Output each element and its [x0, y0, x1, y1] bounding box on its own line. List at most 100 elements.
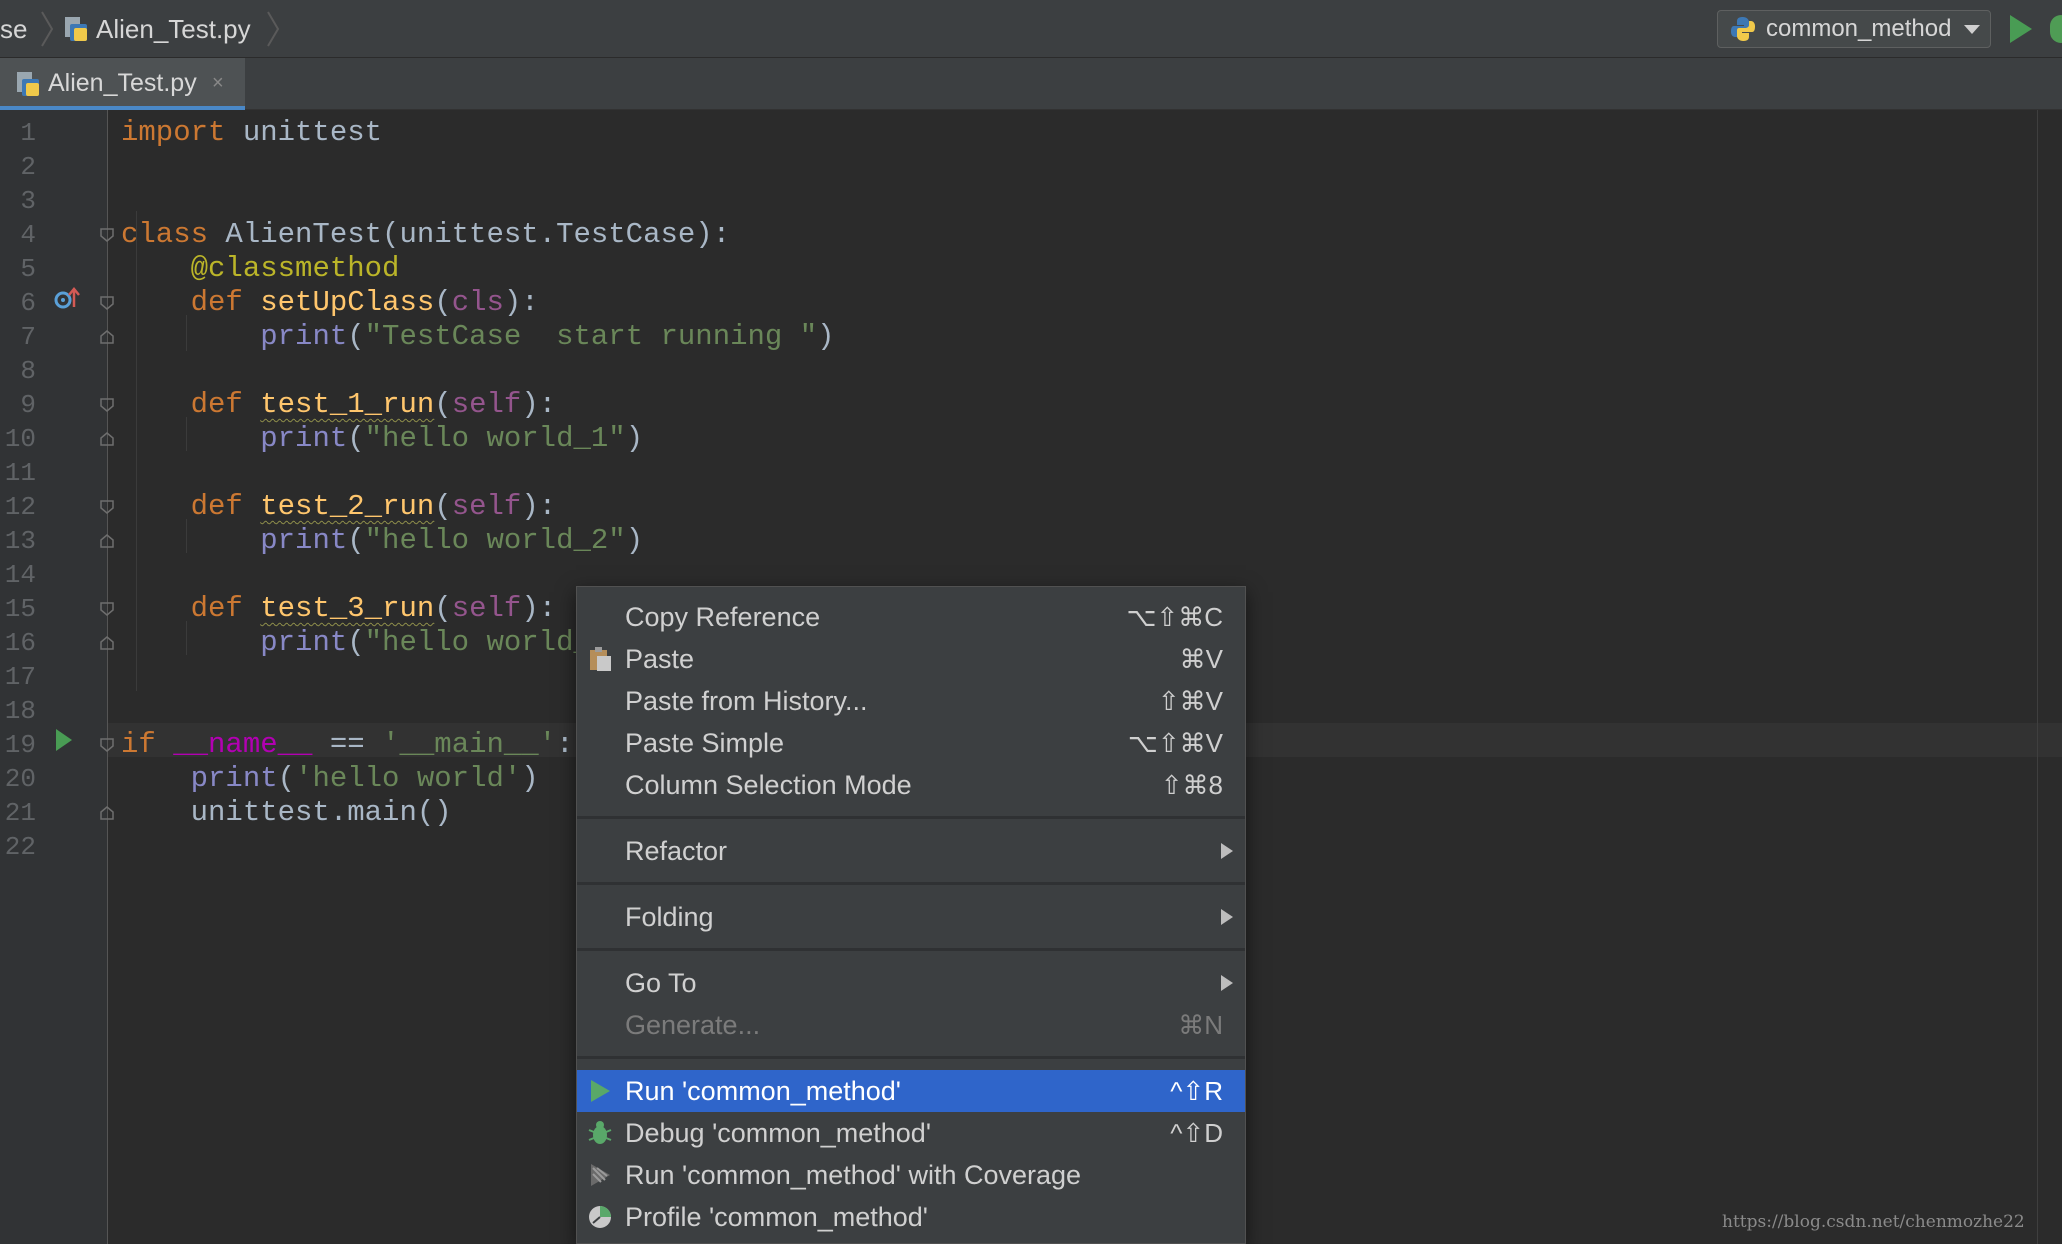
- line-number: 4: [20, 220, 36, 250]
- fold-end-icon[interactable]: [100, 534, 114, 548]
- code-line: print("hello world_1"): [121, 422, 643, 456]
- menu-item-folding[interactable]: Folding: [577, 896, 1245, 938]
- code-token: (: [434, 388, 452, 421]
- code-token: ):: [503, 286, 539, 319]
- code-line: print("hello world_2"): [121, 524, 643, 558]
- code-token: (: [347, 524, 365, 557]
- fold-collapse-icon[interactable]: [100, 602, 114, 616]
- code-token: (: [434, 490, 452, 523]
- fold-collapse-icon[interactable]: [100, 738, 114, 752]
- code-token: print: [260, 422, 348, 455]
- debug-bug-icon: [588, 1121, 612, 1144]
- chevron-down-icon: [1964, 25, 1980, 34]
- code-token: __name__: [173, 728, 313, 761]
- code-line: unittest.main(): [121, 796, 452, 830]
- fold-end-icon[interactable]: [100, 432, 114, 446]
- code-token: ): [625, 422, 644, 455]
- menu-item-run-with-coverage[interactable]: Run 'common_method' with Coverage: [577, 1154, 1245, 1196]
- fold-collapse-icon[interactable]: [100, 296, 114, 310]
- menu-item-paste[interactable]: Paste ⌘V: [577, 638, 1245, 680]
- line-number: 20: [4, 764, 36, 794]
- debug-icon[interactable]: [2050, 15, 2062, 43]
- code-line: class AlienTest(unittest.TestCase):: [121, 218, 730, 252]
- code-token: '__main__': [382, 728, 557, 761]
- code-token: self: [451, 592, 522, 625]
- code-token: (: [347, 320, 365, 353]
- code-token: "hello world_1": [364, 422, 626, 455]
- line-number: 12: [4, 492, 36, 522]
- menu-item-go-to[interactable]: Go To: [577, 962, 1245, 1004]
- tab-label: Alien_Test.py: [48, 69, 197, 97]
- run-gutter-icon[interactable]: [54, 727, 74, 753]
- line-number: 9: [20, 390, 36, 420]
- menu-item-paste-simple[interactable]: Paste Simple ⌥⇧⌘V: [577, 722, 1245, 764]
- indent-guide: [186, 519, 187, 553]
- line-number: 6: [20, 288, 36, 318]
- editor-tab-bar: Alien_Test.py ×: [0, 58, 2062, 110]
- run-configuration-dropdown[interactable]: common_method: [1717, 10, 1991, 48]
- code-token: AlienTest(unittest.TestCase):: [208, 218, 731, 251]
- code-token: "TestCase start running ": [364, 320, 818, 353]
- code-token: ): [521, 762, 539, 795]
- fold-end-icon[interactable]: [100, 636, 114, 650]
- code-token: self: [451, 388, 522, 421]
- code-token: class: [121, 218, 209, 251]
- menu-separator: [577, 816, 1245, 819]
- code-token: unittest.main(): [121, 796, 452, 829]
- code-token: def: [190, 286, 243, 319]
- code-token: if: [121, 728, 156, 761]
- overriding-method-icon[interactable]: [52, 283, 82, 313]
- menu-item-copy-reference[interactable]: Copy Reference ⌥⇧⌘C: [577, 596, 1245, 638]
- menu-item-debug-common-method[interactable]: Debug 'common_method' ^⇧D: [577, 1112, 1245, 1154]
- line-number: 18: [4, 696, 36, 726]
- line-number: 1: [20, 118, 36, 148]
- code-token: test_2_run: [260, 490, 435, 523]
- code-line: @classmethod: [121, 252, 400, 286]
- breadcrumb-project[interactable]: se: [0, 0, 27, 58]
- fold-collapse-icon[interactable]: [100, 398, 114, 412]
- fold-collapse-icon[interactable]: [100, 228, 114, 242]
- tab-alien-test[interactable]: Alien_Test.py ×: [0, 58, 245, 110]
- menu-item-refactor[interactable]: Refactor: [577, 830, 1245, 872]
- line-number: 13: [4, 526, 36, 556]
- breadcrumb-file[interactable]: Alien_Test.py: [96, 0, 251, 58]
- close-icon[interactable]: ×: [212, 58, 224, 108]
- menu-item-run-common-method[interactable]: Run 'common_method' ^⇧R: [577, 1070, 1245, 1112]
- menu-separator: [577, 948, 1245, 951]
- line-number: 17: [4, 662, 36, 692]
- submenu-arrow-icon: [1221, 909, 1233, 925]
- coverage-icon: [591, 1164, 610, 1186]
- code-line: print("TestCase start running "): [121, 320, 834, 354]
- indent-guide: [186, 417, 187, 451]
- code-token: print: [260, 320, 348, 353]
- menu-item-profile-common-method[interactable]: Profile 'common_method': [577, 1196, 1245, 1238]
- code-token: ): [625, 524, 644, 557]
- run-icon[interactable]: [2010, 15, 2032, 43]
- fold-end-icon[interactable]: [100, 806, 114, 820]
- line-number: 14: [4, 560, 36, 590]
- menu-item-paste-from-history[interactable]: Paste from History... ⇧⌘V: [577, 680, 1245, 722]
- menu-item-generate: Generate... ⌘N: [625, 1010, 1223, 1040]
- code-token: def: [190, 592, 243, 625]
- code-token: ):: [521, 490, 557, 523]
- line-number: 3: [20, 186, 36, 216]
- code-token: (: [277, 762, 296, 795]
- menu-item-column-selection-mode[interactable]: Column Selection Mode ⇧⌘8: [577, 764, 1245, 806]
- python-file-icon: [65, 17, 87, 41]
- python-file-icon: [17, 72, 39, 96]
- fold-collapse-icon[interactable]: [100, 500, 114, 514]
- code-token: (: [347, 422, 365, 455]
- line-number: 21: [4, 798, 36, 828]
- fold-end-icon[interactable]: [100, 330, 114, 344]
- code-token: (: [347, 626, 365, 659]
- code-token: 'hello world': [295, 762, 522, 795]
- code-token: print: [260, 524, 348, 557]
- menu-separator: [577, 882, 1245, 885]
